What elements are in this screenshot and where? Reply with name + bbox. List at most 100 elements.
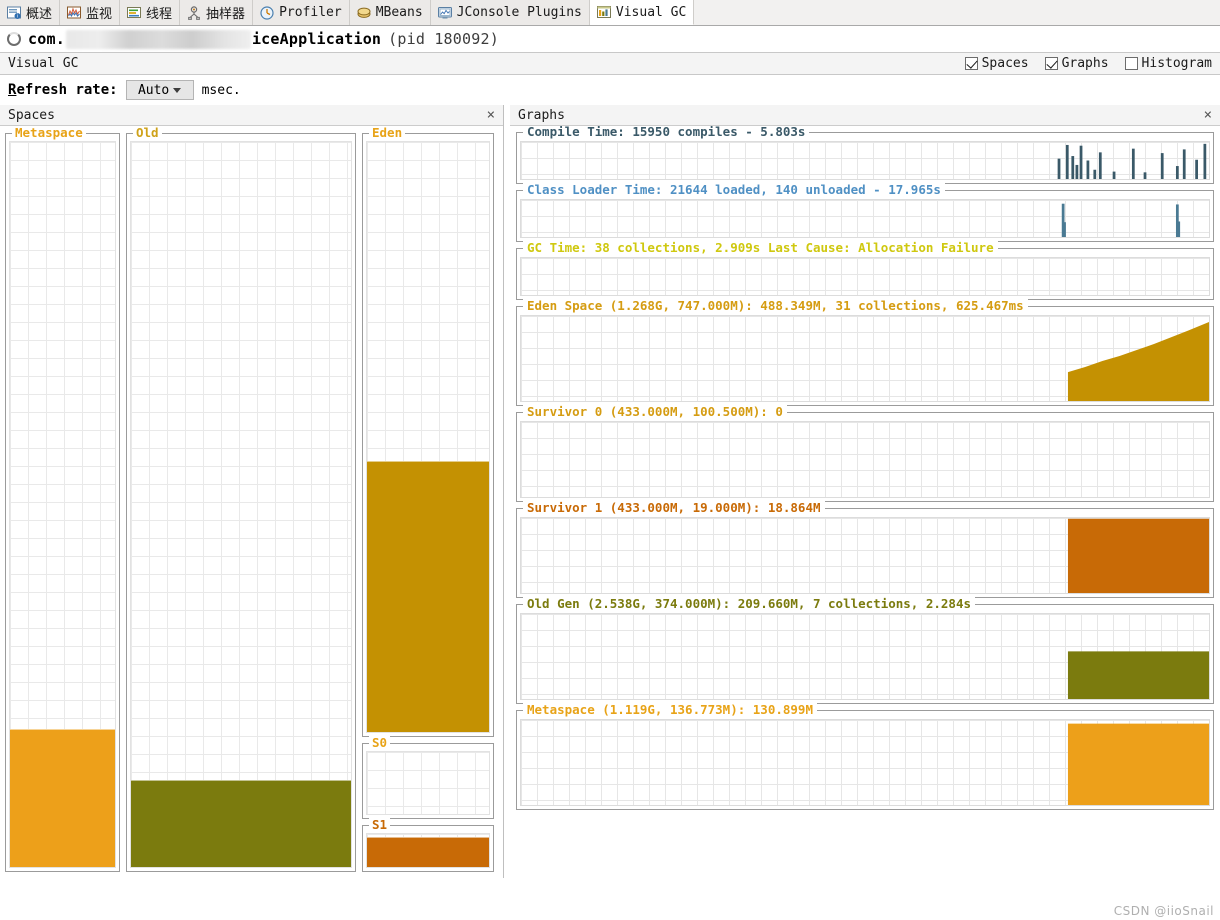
toolbar-title: Visual GC	[8, 56, 79, 71]
spaces-panel: Spaces × Metaspace Old Eden S0 S1	[0, 105, 504, 878]
tab-bar: i 概述 监视 线程 抽样器 Profiler MBeans JConsole Plugins…	[0, 0, 1220, 26]
graph-gc-time[interactable]: GC Time: 38 collections, 2.909s Last Cau…	[516, 241, 1214, 300]
profiler-icon	[259, 5, 275, 21]
mbeans-icon	[356, 5, 372, 21]
graph-eden-space-title: Eden Space (1.268G, 747.000M): 488.349M,…	[523, 299, 1028, 313]
space-group-s1-label: S1	[369, 818, 391, 832]
threads-icon	[126, 5, 142, 21]
tab-label: JConsole Plugins	[456, 5, 582, 20]
graph-compile-time[interactable]: Compile Time: 15950 compiles - 5.803s	[516, 126, 1214, 184]
graph-old-gen-plot	[520, 613, 1210, 700]
graph-metaspace-title: Metaspace (1.119G, 136.773M): 130.899M	[523, 703, 817, 717]
spaces-panel-close-icon[interactable]: ×	[485, 108, 497, 122]
checkbox-histogram[interactable]: Histogram	[1124, 56, 1212, 71]
app-name-prefix: com.	[28, 30, 65, 48]
tab-mbeans[interactable]: MBeans	[349, 0, 431, 25]
space-group-s0[interactable]: S0	[362, 736, 494, 819]
space-group-metaspace-label: Metaspace	[12, 126, 86, 140]
app-name-suffix: iceApplication	[251, 30, 382, 48]
checkbox-spaces-box[interactable]	[964, 57, 978, 70]
tab-label: 线程	[146, 7, 173, 22]
space-s1-fill	[367, 836, 489, 867]
graph-eden-space[interactable]: Eden Space (1.268G, 747.000M): 488.349M,…	[516, 299, 1214, 406]
tab-label: MBeans	[375, 5, 423, 20]
space-group-old[interactable]: Old	[126, 126, 356, 872]
tab-抽样器[interactable]: 抽样器	[180, 0, 254, 25]
graph-survivor-1-title: Survivor 1 (433.000M, 19.000M): 18.864M	[523, 501, 825, 515]
graph-compile-time-title: Compile Time: 15950 compiles - 5.803s	[523, 126, 810, 139]
refresh-rate-label: Refresh rate:	[8, 82, 118, 98]
graphs-body: Compile Time: 15950 compiles - 5.803s Cla…	[510, 126, 1220, 878]
sampler-icon	[186, 5, 202, 21]
checkbox-graphs-box[interactable]	[1044, 57, 1058, 70]
graph-class-loader-time-plot	[520, 199, 1210, 238]
space-old-fill	[131, 780, 351, 867]
chevron-down-icon	[173, 87, 182, 93]
graphs-panel-title: Graphs ×	[510, 105, 1220, 126]
loading-spinner-icon	[7, 32, 21, 46]
tab-监视[interactable]: 监视	[60, 0, 121, 25]
spaces-panel-title-text: Spaces	[8, 107, 55, 123]
tab-label: Profiler	[279, 5, 342, 20]
tab-label: 监视	[86, 7, 113, 22]
graph-gc-time-title: GC Time: 38 collections, 2.909s Last Cau…	[523, 241, 998, 255]
space-eden-fill	[367, 460, 489, 732]
checkbox-spaces[interactable]: Spaces	[964, 56, 1029, 71]
tab-profiler[interactable]: Profiler	[253, 0, 350, 25]
main-split: Spaces × Metaspace Old Eden S0 S1 Graphs…	[0, 105, 1220, 918]
graph-survivor-1-plot	[520, 517, 1210, 594]
graph-survivor-0[interactable]: Survivor 0 (433.000M, 100.500M): 0	[516, 405, 1214, 502]
space-old-plot	[130, 141, 352, 868]
space-group-eden[interactable]: Eden	[362, 126, 494, 737]
refresh-rate-select[interactable]: Auto	[125, 80, 194, 100]
graph-old-gen[interactable]: Old Gen (2.538G, 374.000M): 209.660M, 7 …	[516, 597, 1214, 704]
spaces-column-metaspace: Metaspace	[5, 126, 120, 872]
graph-class-loader-time[interactable]: Class Loader Time: 21644 loaded, 140 unl…	[516, 183, 1214, 242]
graph-eden-space-plot	[520, 315, 1210, 402]
tab-概述[interactable]: i 概述	[0, 0, 61, 25]
refresh-rate-row: Refresh rate: Auto msec.	[0, 75, 1220, 105]
space-metaspace-plot	[9, 141, 116, 868]
space-group-metaspace[interactable]: Metaspace	[5, 126, 120, 872]
process-id: (pid 180092)	[388, 30, 499, 48]
tab-label: 抽样器	[206, 7, 246, 22]
jconsole-icon	[437, 5, 453, 21]
graphs-panel-title-text: Graphs	[518, 107, 565, 123]
graphs-panel-close-icon[interactable]: ×	[1202, 108, 1214, 122]
watermark: CSDN @iioSnail	[1113, 904, 1214, 918]
refresh-rate-label-rest: efresh rate:	[16, 82, 118, 98]
graph-old-gen-title: Old Gen (2.538G, 374.000M): 209.660M, 7 …	[523, 597, 976, 611]
checkbox-spaces-label: Spaces	[981, 56, 1029, 71]
refresh-rate-unit: msec.	[201, 82, 241, 98]
space-metaspace-fill	[10, 729, 115, 867]
tab-jconsole-plugins[interactable]: JConsole Plugins	[430, 0, 590, 25]
graph-metaspace-plot	[520, 719, 1210, 806]
tab-visual-gc[interactable]: Visual GC	[589, 0, 695, 25]
checkbox-histogram-box[interactable]	[1124, 57, 1138, 70]
space-group-s1[interactable]: S1	[362, 818, 494, 872]
graph-survivor-1[interactable]: Survivor 1 (433.000M, 19.000M): 18.864M	[516, 501, 1214, 598]
visualgc-icon	[596, 4, 612, 20]
checkbox-histogram-label: Histogram	[1141, 56, 1212, 71]
tab-线程[interactable]: 线程	[120, 0, 181, 25]
tab-label: 概述	[26, 7, 53, 22]
spaces-column-old: Old	[126, 126, 356, 872]
graph-class-loader-time-title: Class Loader Time: 21644 loaded, 140 unl…	[523, 183, 945, 197]
spaces-body: Metaspace Old Eden S0 S1	[0, 126, 503, 878]
space-eden-plot	[366, 141, 490, 733]
application-header: com. iceApplication (pid 180092)	[0, 26, 1220, 52]
checkbox-graphs-label: Graphs	[1061, 56, 1109, 71]
refresh-rate-value: Auto	[137, 82, 170, 98]
spaces-panel-title: Spaces ×	[0, 105, 503, 126]
application-name: com. iceApplication (pid 180092)	[28, 29, 499, 49]
graph-metaspace[interactable]: Metaspace (1.119G, 136.773M): 130.899M	[516, 703, 1214, 810]
space-group-s0-label: S0	[369, 736, 391, 750]
space-group-old-label: Old	[133, 126, 162, 140]
graph-survivor-0-plot	[520, 421, 1210, 498]
space-group-eden-label: Eden	[369, 126, 406, 140]
space-s1-plot	[366, 833, 490, 868]
graphs-panel: Graphs × Compile Time: 15950 compiles - …	[510, 105, 1220, 918]
checkbox-graphs[interactable]: Graphs	[1044, 56, 1109, 71]
redacted-package-mask	[65, 29, 251, 49]
graph-compile-time-plot	[520, 141, 1210, 180]
